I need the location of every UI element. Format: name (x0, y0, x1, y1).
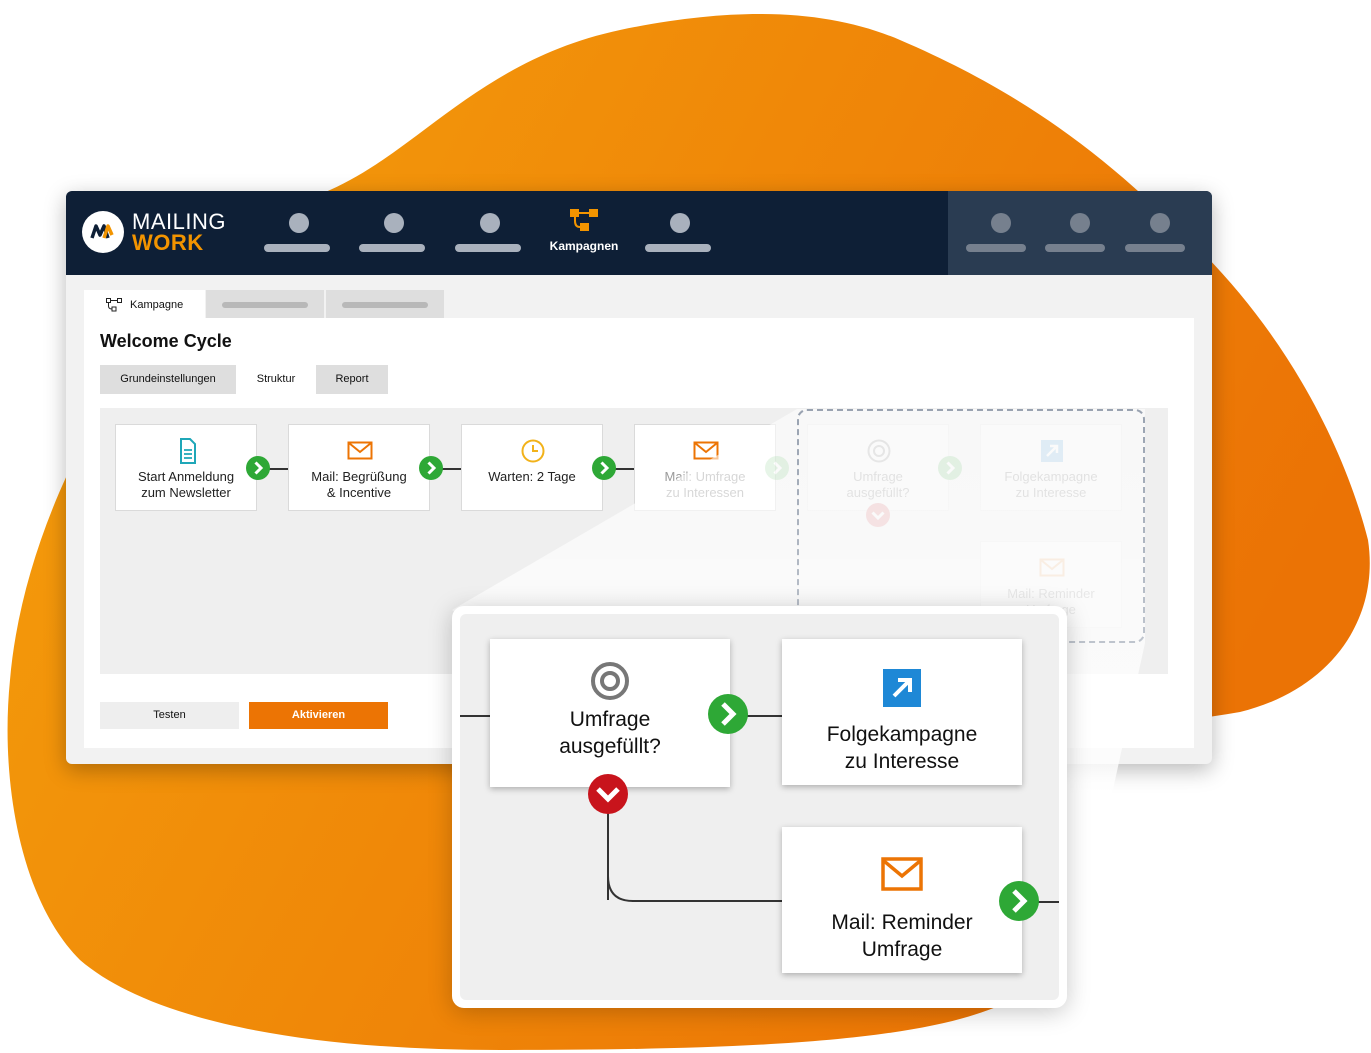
connector (1038, 901, 1059, 903)
chevron-down-icon (596, 787, 620, 803)
chevron-right-icon (600, 461, 610, 475)
chevron-right-icon (1012, 889, 1028, 913)
page-title: Welcome Cycle (100, 331, 232, 351)
connector (632, 900, 782, 902)
external-link-icon (883, 669, 921, 707)
nav-item-right-1[interactable] (966, 213, 1036, 263)
nav-item-1[interactable] (264, 213, 334, 263)
tab-kampagne-label: Kampagne (130, 299, 184, 311)
zoom-detail-panel: Umfrage ausgefüllt? Folgekampagne zu Inter… (452, 606, 1067, 1008)
flow-node-label: Warten: 2 Tage (488, 469, 576, 484)
zoom-node-follow-campaign[interactable]: Folgekampagne zu Interesse (782, 639, 1022, 785)
chevron-right-icon (773, 461, 783, 475)
test-button[interactable]: Testen (100, 702, 239, 729)
clock-icon (521, 439, 545, 463)
top-navigation-bar: MAILING WORK Kampagnen (66, 191, 1212, 275)
next-step-button[interactable] (592, 456, 616, 480)
zoom-node-label: Folgekampagne zu Interesse (826, 723, 978, 773)
nav-item-3[interactable] (455, 213, 525, 263)
zoom-node-mail-reminder[interactable]: Mail: Reminder Umfrage (782, 827, 1022, 973)
flow-node-label: Mail: Begrüßung & Incentive (311, 469, 407, 500)
mail-icon (881, 857, 923, 891)
campaign-flow-icon (106, 298, 122, 312)
nav-item-right-3[interactable] (1125, 213, 1195, 263)
next-step-button[interactable] (765, 456, 789, 480)
next-step-button[interactable] (708, 694, 748, 734)
zoom-node-label: Mail: Reminder Umfrage (831, 911, 973, 961)
flow-node-label: Mail: Umfrage zu Interessen (664, 469, 746, 500)
nav-item-right-2[interactable] (1045, 213, 1115, 263)
flow-node-wait[interactable]: Warten: 2 Tage (461, 424, 603, 511)
tab-kampagne[interactable]: Kampagne (84, 290, 205, 318)
chevron-right-icon (254, 461, 264, 475)
connector (460, 715, 490, 717)
mail-icon (693, 441, 719, 460)
chevron-right-icon (721, 702, 737, 726)
flow-node-mail-survey[interactable]: Mail: Umfrage zu Interessen (634, 424, 776, 511)
nav-item-kampagnen[interactable]: Kampagnen (542, 207, 626, 257)
mail-icon (347, 441, 373, 460)
flow-node-label: Start Anmeldung zum Newsletter (137, 469, 235, 500)
subtab-report[interactable]: Report (316, 365, 388, 394)
document-icon (180, 438, 196, 464)
zoom-node-label: Umfrage ausgefüllt? (559, 708, 661, 758)
zoom-node-decision[interactable]: Umfrage ausgefüllt? (490, 639, 730, 787)
zoom-flow-canvas: Umfrage ausgefüllt? Folgekampagne zu Inter… (460, 614, 1059, 1000)
chevron-right-icon (427, 461, 437, 475)
no-branch-button[interactable] (588, 774, 628, 814)
nav-item-2[interactable] (359, 213, 429, 263)
tab-placeholder-1[interactable] (206, 290, 324, 318)
nav-label-kampagnen: Kampagnen (549, 239, 619, 253)
activate-button[interactable]: Aktivieren (249, 702, 388, 729)
tab-placeholder-2[interactable] (326, 290, 444, 318)
target-icon (591, 662, 629, 700)
next-step-button[interactable] (419, 456, 443, 480)
subtab-grundeinstellungen[interactable]: Grundeinstellungen (100, 365, 236, 394)
next-step-button[interactable] (999, 881, 1039, 921)
flow-node-mail-welcome[interactable]: Mail: Begrüßung & Incentive (288, 424, 430, 511)
brand-name-accent: WORK (132, 230, 204, 255)
nav-item-5[interactable] (645, 213, 715, 263)
flow-node-start[interactable]: Start Anmeldung zum Newsletter (115, 424, 257, 511)
next-step-button[interactable] (246, 456, 270, 480)
subtab-struktur[interactable]: Struktur (238, 365, 314, 394)
campaign-flow-icon (570, 209, 598, 231)
brand-logo-icon[interactable] (82, 211, 124, 253)
